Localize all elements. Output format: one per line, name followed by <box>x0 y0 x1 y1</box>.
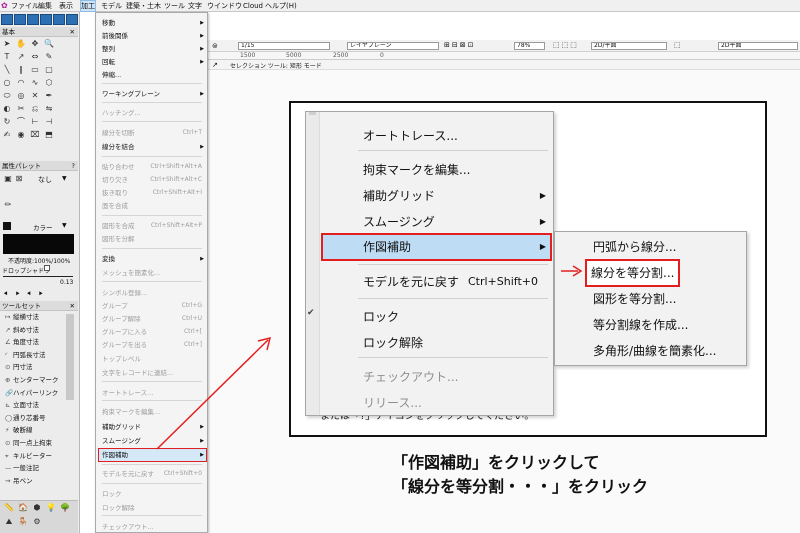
instruction-caption: 「作図補助」をクリックして 「線分を等分割・・・」をクリック <box>392 451 712 499</box>
caption-line2: 「線分を等分割・・・」をクリック <box>392 477 649 496</box>
arrow-to-inset <box>156 339 269 450</box>
caption-line1: 「作図補助」をクリックして <box>392 453 600 472</box>
